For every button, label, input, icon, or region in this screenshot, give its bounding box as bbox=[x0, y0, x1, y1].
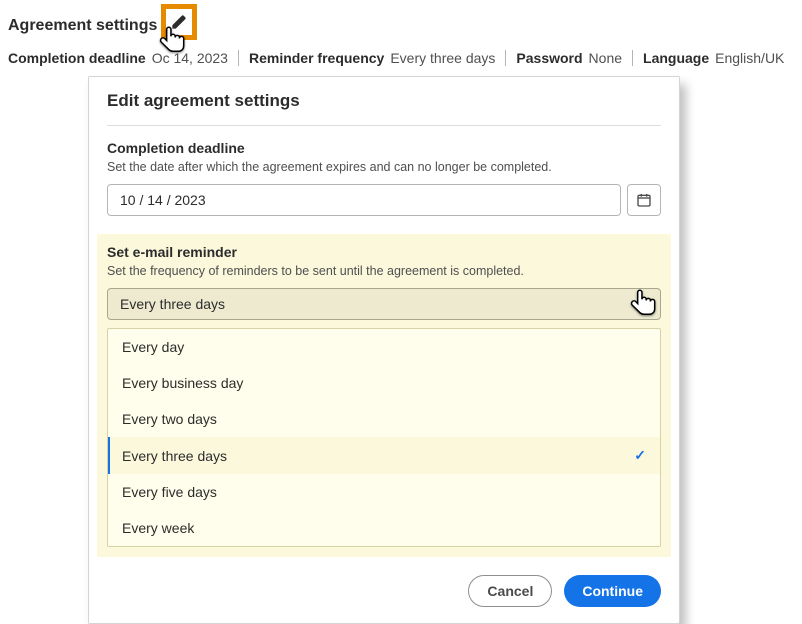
reminder-option-label: Every business day bbox=[122, 375, 243, 391]
reminder-select[interactable]: Every three days ⌄ bbox=[107, 288, 661, 320]
summary-deadline-label: Completion deadline bbox=[8, 50, 146, 66]
reminder-section: Set e-mail reminder Set the frequency of… bbox=[97, 234, 671, 557]
cancel-button[interactable]: Cancel bbox=[468, 575, 552, 607]
divider bbox=[632, 50, 633, 66]
summary-language: Language English/UK bbox=[643, 50, 784, 66]
deadline-sub: Set the date after which the agreement e… bbox=[107, 160, 661, 174]
divider bbox=[505, 50, 506, 66]
edit-button-highlight[interactable] bbox=[161, 4, 197, 40]
summary-row: Completion deadline Oc 14, 2023 Reminder… bbox=[0, 48, 802, 78]
calendar-icon bbox=[636, 192, 652, 208]
page-title-row: Agreement settings bbox=[0, 0, 802, 48]
reminder-option-label: Every three days bbox=[122, 448, 227, 464]
reminder-option-label: Every week bbox=[122, 520, 194, 536]
pencil-icon bbox=[171, 14, 187, 30]
continue-button-label: Continue bbox=[582, 583, 643, 599]
dialog-footer: Cancel Continue bbox=[107, 557, 661, 607]
reminder-option-every-three-days[interactable]: Every three days ✓ bbox=[108, 437, 660, 474]
reminder-option-label: Every two days bbox=[122, 411, 217, 427]
edit-button[interactable] bbox=[166, 9, 192, 35]
reminder-dropdown: Every day Every business day Every two d… bbox=[107, 328, 661, 547]
deadline-heading: Completion deadline bbox=[107, 140, 661, 156]
summary-reminder: Reminder frequency Every three days bbox=[249, 50, 495, 66]
divider bbox=[238, 50, 239, 66]
summary-deadline-value: Oc 14, 2023 bbox=[152, 50, 228, 66]
deadline-row: 10 / 14 / 2023 bbox=[107, 184, 661, 216]
chevron-down-icon: ⌄ bbox=[638, 296, 648, 310]
summary-password: Password None bbox=[516, 50, 622, 66]
reminder-select-value: Every three days bbox=[120, 296, 225, 312]
dialog-title: Edit agreement settings bbox=[107, 91, 661, 111]
summary-password-value: None bbox=[589, 50, 622, 66]
cancel-button-label: Cancel bbox=[487, 583, 533, 599]
reminder-option-label: Every day bbox=[122, 339, 184, 355]
reminder-option-every-day[interactable]: Every day bbox=[108, 329, 660, 365]
summary-password-label: Password bbox=[516, 50, 582, 66]
reminder-option-every-business-day[interactable]: Every business day bbox=[108, 365, 660, 401]
page-title: Agreement settings bbox=[8, 17, 157, 35]
summary-reminder-label: Reminder frequency bbox=[249, 50, 384, 66]
reminder-option-every-week[interactable]: Every week bbox=[108, 510, 660, 546]
edit-agreement-dialog: Edit agreement settings Completion deadl… bbox=[88, 76, 680, 624]
dialog-divider bbox=[107, 125, 661, 126]
check-icon: ✓ bbox=[634, 447, 646, 464]
deadline-input[interactable]: 10 / 14 / 2023 bbox=[107, 184, 621, 216]
reminder-sub: Set the frequency of reminders to be sen… bbox=[107, 264, 661, 278]
summary-deadline: Completion deadline Oc 14, 2023 bbox=[8, 50, 228, 66]
summary-reminder-value: Every three days bbox=[390, 50, 495, 66]
reminder-option-every-two-days[interactable]: Every two days bbox=[108, 401, 660, 437]
reminder-option-every-five-days[interactable]: Every five days bbox=[108, 474, 660, 510]
deadline-input-value: 10 / 14 / 2023 bbox=[120, 192, 206, 208]
summary-language-label: Language bbox=[643, 50, 709, 66]
summary-language-value: English/UK bbox=[715, 50, 784, 66]
calendar-button[interactable] bbox=[627, 184, 661, 216]
reminder-option-label: Every five days bbox=[122, 484, 217, 500]
continue-button[interactable]: Continue bbox=[564, 575, 661, 607]
reminder-heading: Set e-mail reminder bbox=[107, 244, 661, 260]
